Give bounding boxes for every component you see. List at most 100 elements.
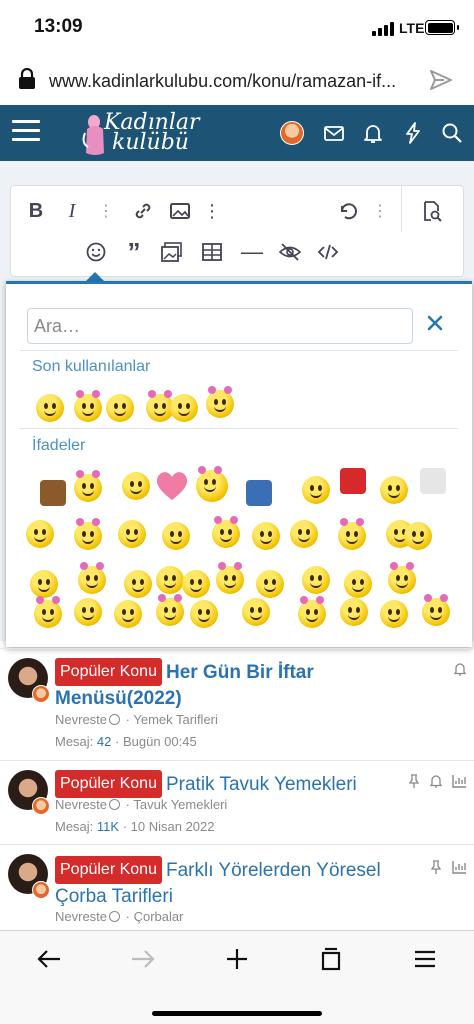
close-icon[interactable] [424,312,446,334]
more-vertical-icon-2[interactable]: ⋮ [369,200,391,222]
thread-title-text[interactable]: Pratik Tavuk Yemekleri [166,774,357,795]
emoji-item[interactable] [40,480,66,506]
emoji-item[interactable] [302,476,330,504]
logo-text: Kadınlar kulübü [104,112,200,154]
thread-row[interactable]: Popüler Konu Her Gün Bir İftar Menüsü(202… [0,648,474,760]
thread-title[interactable]: Popüler Konu Farklı Yörelerden Yöresel Ço… [55,856,435,909]
emoji-item[interactable] [212,516,240,548]
emoji-item[interactable] [156,594,184,626]
share-icon[interactable] [428,68,454,92]
author-name[interactable]: Nevreste [55,797,107,812]
horizontal-line-icon[interactable]: — [241,239,263,264]
emoji-item[interactable] [30,570,58,598]
search-icon[interactable] [440,121,464,145]
emoji-item[interactable] [340,598,368,626]
bolt-icon[interactable] [401,121,425,145]
url-text[interactable]: www.kadinlarkulubu.com/konu/ramazan-if..… [49,71,419,92]
bell-icon[interactable] [361,121,385,145]
last-post-date[interactable]: Bugün 00:45 [123,734,197,749]
thread-row[interactable]: Popüler Konu Pratik Tavuk Yemekleri Nevre… [0,760,474,844]
emoji-item[interactable] [190,600,218,628]
plus-icon[interactable] [224,947,250,971]
emoji-item[interactable] [118,520,146,548]
emoji-item[interactable] [404,522,432,550]
bell-icon[interactable] [428,773,444,789]
verified-icon [109,714,121,725]
emoji-item[interactable] [34,596,62,628]
author-name[interactable]: Nevreste [55,909,107,924]
emoji-item[interactable] [74,518,102,550]
site-logo[interactable]: Kadınlar kulübü [80,109,200,159]
forum-name[interactable]: Yemek Tarifleri [133,712,218,727]
tabs-icon[interactable] [318,947,344,971]
emoji-item[interactable] [206,386,234,418]
popup-arrow [86,272,104,281]
back-icon[interactable] [36,947,62,971]
emoji-item[interactable] [156,566,184,594]
emoji-item[interactable] [242,598,270,626]
emoji-item[interactable] [74,470,102,502]
emoji-item[interactable] [290,520,318,548]
emoji-item[interactable] [36,394,64,422]
link-icon[interactable] [132,200,154,222]
emoji-item[interactable] [170,394,198,422]
emoji-item[interactable] [74,598,102,626]
emoji-item[interactable] [196,466,228,502]
emoji-item[interactable] [114,600,142,628]
emoji-item[interactable] [246,480,272,506]
emoji-item[interactable] [388,562,416,594]
undo-icon[interactable] [337,200,359,222]
emoji-item[interactable] [422,594,450,626]
verified-icon [109,799,121,810]
emoji-item[interactable] [74,390,102,422]
emoji-item[interactable] [298,596,326,628]
avatar-badge [32,685,50,703]
more-options-icon[interactable]: ⋮ [201,200,223,222]
bell-icon[interactable] [452,661,468,677]
menu-lines-icon[interactable] [412,947,438,971]
emoji-item[interactable] [338,518,366,550]
forward-icon[interactable] [130,947,156,971]
emoji-item[interactable] [380,600,408,628]
emoji-item[interactable] [182,570,210,598]
thread-title[interactable]: Popüler Konu Pratik Tavuk Yemekleri [55,770,435,798]
browser-url-bar[interactable]: www.kadinlarkulubu.com/konu/ramazan-if..… [0,56,474,104]
media-icon[interactable] [161,241,183,263]
thread-title[interactable]: Popüler Konu Her Gün Bir İftar Menüsü(202… [55,658,435,711]
emoji-icon[interactable] [85,241,107,263]
spoiler-icon[interactable] [279,241,301,263]
table-icon[interactable] [201,241,223,263]
preview-icon[interactable] [421,200,443,222]
image-icon[interactable] [169,200,191,222]
rich-text-editor[interactable]: B I ⋮ ⋮ ⋮ ” — [10,185,464,277]
heart-emoji[interactable] [154,470,190,502]
author-name[interactable]: Nevreste [55,712,107,727]
emoji-item[interactable] [380,476,408,504]
emoji-item[interactable] [124,570,152,598]
user-avatar[interactable] [280,121,304,145]
emoji-item[interactable] [162,522,190,550]
thread-row[interactable]: Popüler Konu Farklı Yörelerden Yöresel Ço… [0,844,474,930]
emoji-item[interactable] [302,566,330,594]
forum-name[interactable]: Çorbalar [134,909,184,924]
emoji-item[interactable] [122,472,150,500]
emoji-search-input[interactable] [27,308,413,344]
more-vertical-icon[interactable]: ⋮ [95,200,117,222]
sign-emoji[interactable] [420,468,446,494]
emoji-item[interactable] [252,522,280,550]
emoji-item[interactable] [256,570,284,598]
forum-name[interactable]: Tavuk Yemekleri [133,797,227,812]
quote-icon[interactable]: ” [123,237,145,267]
italic-icon[interactable]: I [61,200,83,222]
code-icon[interactable] [317,241,339,263]
bold-icon[interactable]: B [25,200,47,222]
emoji-item[interactable] [344,570,372,598]
mail-icon[interactable] [322,121,346,145]
emoji-item[interactable] [106,394,134,422]
last-post-date[interactable]: 10 Nisan 2022 [131,819,215,834]
menu-icon[interactable] [12,120,40,146]
emoji-item[interactable] [78,562,106,594]
emoji-item[interactable] [26,520,54,548]
emoji-item[interactable] [216,562,244,594]
flag-emoji[interactable] [340,468,366,494]
